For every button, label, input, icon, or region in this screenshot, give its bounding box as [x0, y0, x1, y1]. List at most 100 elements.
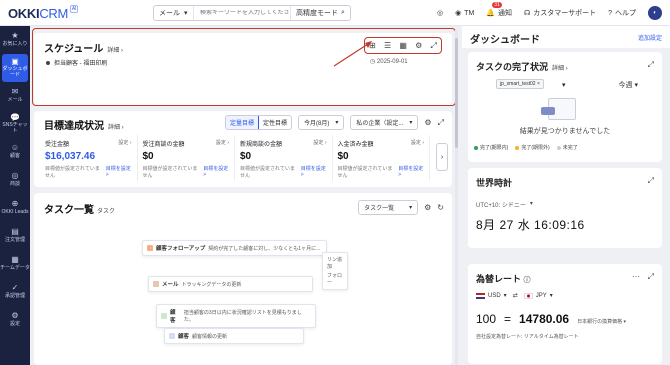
search-scope-select[interactable]: メール ▾ — [154, 6, 194, 20]
goal-controls: 定量目標 定性目標 今月(8月) ▾ 私の企業（設定... ▾ ⚙ ⤢ — [225, 115, 444, 130]
task-icon — [153, 281, 159, 287]
exchange-value: 100 = 14780.06 日本銀行の換算価格 ▾ — [476, 312, 626, 326]
task-list-subtitle: タスク — [97, 209, 116, 215]
legend-item: 完了(期限内) — [474, 144, 508, 151]
expand-icon[interactable]: ⤢ — [648, 272, 654, 282]
goal-title-text: 目標達成状況 — [44, 121, 104, 132]
goal-metric: 入金済み金額 設定 › $0 目標値が設定されていません 目標を設定 > — [333, 135, 430, 181]
sidebar-item-star[interactable]: ★ お気に入り — [0, 26, 30, 54]
search-input[interactable] — [194, 10, 290, 16]
info-icon[interactable]: ⓘ — [524, 277, 531, 284]
topbar-actions: ◎ ◉ TM 🔔 31 通知 ☊ カスタマーサポート ? ヘルプ ◐ — [437, 0, 662, 26]
period-select[interactable]: 今月(8月) ▾ — [298, 115, 345, 130]
refresh-icon[interactable]: ↻ — [437, 203, 444, 212]
sidebar-item-chat[interactable]: 💬 SNSチャット — [0, 110, 30, 138]
target-icon[interactable]: ◎ — [437, 9, 443, 17]
task-list-controls: タスク一覧 ▾ ⚙ ↻ — [358, 200, 444, 215]
add-setting-link[interactable]: 追加設定 — [638, 33, 662, 42]
expand-icon[interactable]: ⤢ — [648, 60, 654, 70]
avatar[interactable]: ◐ — [648, 6, 662, 20]
search-icon[interactable]: ⌕ — [341, 9, 345, 17]
sidebar-item-label: メール — [7, 97, 23, 104]
more-icon[interactable]: ⋯ — [632, 272, 640, 281]
sidebar-item-deal[interactable]: ◎ 商談 — [0, 166, 30, 194]
sidebar-item-approval[interactable]: ✓ 承認管理 — [0, 278, 30, 306]
expand-icon[interactable]: ⤢ — [438, 118, 444, 128]
legend-item: 完了(期限外) — [515, 144, 550, 151]
task-list-title-text: タスク一覧 — [44, 205, 94, 216]
goal-metrics: 受注金額 設定 › $16,037.46 目標値が設定されていません 目標を設定 > 受注… — [40, 135, 430, 181]
sidebar-item-order[interactable]: ▤ 注文管理 — [0, 222, 30, 250]
amount-input[interactable]: 100 — [476, 312, 496, 326]
goal-metric: 新規商談の金額 設定 › $0 目標値が設定されていません 目標を設定 > — [235, 135, 333, 181]
sidebar-item-mail[interactable]: ✉ メール — [0, 82, 30, 110]
user-menu[interactable]: ◉ TM — [455, 9, 474, 18]
scrollbar-thumb[interactable] — [455, 38, 458, 148]
sidebar-item-label: 設定 — [9, 321, 20, 328]
metric-label: 受注商談の金額 — [142, 142, 185, 148]
set-goal-link[interactable]: 目標を設定 > — [106, 165, 132, 179]
metric-note: 目標値が設定されていません — [45, 166, 100, 179]
sidebar-item-label: OKKI Leads — [1, 209, 29, 216]
chevron-down-icon: ▾ — [184, 10, 188, 17]
jp-flag-icon — [523, 292, 533, 299]
help-label: ヘルプ — [615, 10, 636, 17]
help-button[interactable]: ? ヘルプ — [608, 8, 636, 18]
currency-from-select[interactable]: USD ▾ — [476, 292, 507, 299]
rate-source-select[interactable]: 日本銀行の換算価格 ▾ — [577, 318, 626, 325]
deal-icon: ◎ — [11, 171, 19, 181]
currency-to-select[interactable]: JPY ▾ — [523, 292, 553, 299]
timezone-select[interactable]: UTC+10: シドニー ▾ — [476, 200, 533, 209]
sidebar-item-dashboard[interactable]: ▣ ダッシュボード — [2, 54, 28, 82]
set-goal-link[interactable]: 目標を設定 > — [301, 165, 327, 179]
no-result-text: 結果が見つかりませんでした — [519, 128, 611, 135]
exchange-rate-card: 為替レート ⓘ ⋯ ⤢ USD ▾ ⇄ JPY ▾ 100 = 14780.06… — [468, 264, 662, 364]
task-icon — [161, 313, 167, 319]
sidebar-item-leads[interactable]: ⊕ OKKI Leads — [0, 194, 30, 222]
gear-icon[interactable]: ⚙ — [424, 118, 431, 127]
notifications-button[interactable]: 🔔 31 通知 — [486, 2, 512, 18]
customer-support-button[interactable]: ☊ カスタマーサポート — [524, 8, 596, 18]
user-circle-icon: ◉ — [455, 10, 462, 17]
task-view-select[interactable]: タスク一覧 ▾ — [358, 200, 419, 215]
advanced-mode-toggle[interactable]: 高精度モード ⌕ — [290, 6, 350, 20]
okki-logo[interactable]: OKKICRM AI — [8, 5, 79, 21]
user-filter-tag[interactable]: jp_smart_test02 × — [496, 79, 544, 89]
next-arrow-button[interactable]: › — [436, 143, 448, 171]
metric-setting-link[interactable]: 設定 › — [118, 139, 131, 148]
qualitative-goal-tab[interactable]: 定性目標 — [259, 116, 291, 129]
customer-icon: ☺ — [10, 143, 20, 153]
sidebar-item-customer[interactable]: ☺ 顧客 — [0, 138, 30, 166]
metric-value: $0 — [142, 151, 154, 162]
company-select[interactable]: 私の企業（設定... ▾ — [350, 115, 419, 130]
sidebar-item-team-data[interactable]: ▦ チームデータ — [0, 250, 30, 278]
task-empty-illustration: 顧客フォローアップ 契約が完了した顧客に対し、少なくとも1ヶ月に... リン追加フ… — [134, 238, 354, 363]
swap-icon[interactable]: ⇄ — [513, 292, 518, 299]
set-goal-link[interactable]: 目標を設定 > — [398, 165, 424, 179]
metric-value: $16,037.46 — [45, 151, 96, 162]
metric-setting-link[interactable]: 設定 › — [216, 139, 229, 148]
sidebar-item-label: ダッシュボード — [2, 66, 28, 78]
metric-setting-link[interactable]: 設定 › — [411, 139, 424, 148]
metric-setting-link[interactable]: 設定 › — [313, 139, 326, 148]
period-select[interactable]: 今週 ▾ — [619, 80, 638, 90]
sidebar-item-settings[interactable]: ⚙ 設定 — [0, 306, 30, 334]
main-scrollbar[interactable] — [455, 30, 458, 365]
task-status-detail-link[interactable]: 詳細 › — [552, 66, 568, 72]
chat-icon: 💬 — [10, 112, 20, 122]
chevron-down-icon[interactable]: ▾ — [562, 81, 566, 89]
goal-type-toggle: 定量目標 定性目標 — [225, 115, 293, 130]
support-label: カスタマーサポート — [533, 10, 597, 17]
currency-selectors: USD ▾ ⇄ JPY ▾ — [476, 292, 553, 299]
metric-value: $0 — [240, 151, 252, 162]
goal-metric: 受注商談の金額 設定 › $0 目標値が設定されていません 目標を設定 > — [138, 135, 235, 181]
goal-detail-link[interactable]: 詳細 › — [108, 125, 124, 131]
task-status-legend: 完了(期限内) 完了(期限外) 未完了 — [474, 144, 578, 151]
quantitative-goal-tab[interactable]: 定量目標 — [226, 116, 260, 129]
gear-icon[interactable]: ⚙ — [424, 203, 431, 212]
goal-metric: 受注金額 設定 › $16,037.46 目標値が設定されていません 目標を設定 > — [40, 135, 138, 181]
metric-label: 入金済み金額 — [337, 142, 374, 148]
expand-icon[interactable]: ⤢ — [648, 176, 654, 186]
annotation-arrow-icon — [333, 41, 372, 67]
set-goal-link[interactable]: 目標を設定 > — [203, 165, 229, 179]
